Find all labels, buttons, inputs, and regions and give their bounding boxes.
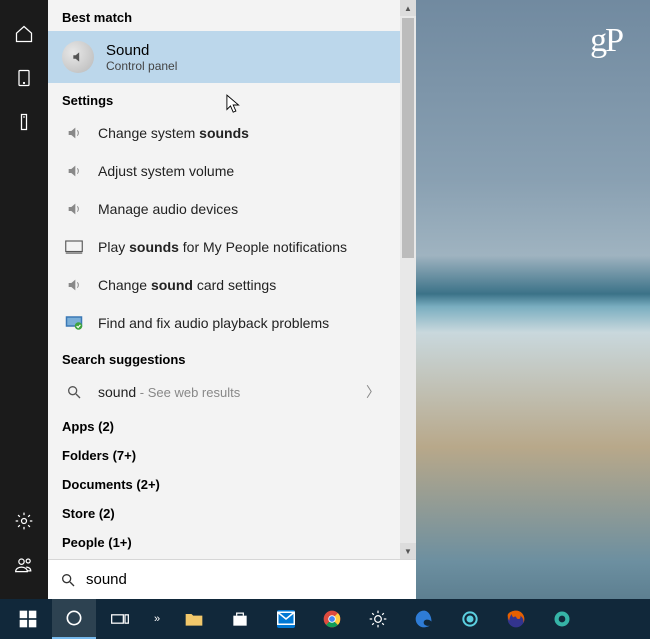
speaker-icon bbox=[64, 123, 84, 143]
search-icon bbox=[64, 382, 84, 402]
settings-icon[interactable] bbox=[0, 499, 48, 543]
task-view-button[interactable] bbox=[98, 599, 142, 639]
speaker-icon bbox=[64, 275, 84, 295]
search-results-pane: ▲ ▼ Best match Sound Control panel Setti… bbox=[48, 0, 416, 599]
taskbar: » bbox=[0, 599, 650, 639]
result-label: Adjust system volume bbox=[98, 163, 234, 179]
troubleshoot-icon bbox=[64, 313, 84, 333]
speaker-icon bbox=[64, 199, 84, 219]
category-header[interactable]: Documents (2+) bbox=[48, 469, 400, 498]
best-match-subtitle: Control panel bbox=[106, 59, 177, 73]
firefox-button[interactable] bbox=[494, 599, 538, 639]
chrome-button[interactable] bbox=[310, 599, 354, 639]
web-search-result[interactable]: sound - See web results 〉 bbox=[48, 373, 400, 411]
speaker-icon bbox=[64, 161, 84, 181]
scrollbar-up-icon[interactable]: ▲ bbox=[400, 0, 416, 16]
category-header[interactable]: Folders (7+) bbox=[48, 440, 400, 469]
category-header[interactable]: People (1+) bbox=[48, 527, 400, 556]
results-scroll-area: ▲ ▼ Best match Sound Control panel Setti… bbox=[48, 0, 416, 559]
settings-result[interactable]: Manage audio devices bbox=[48, 190, 400, 228]
monitor-icon bbox=[64, 237, 84, 257]
category-header[interactable]: Apps (2) bbox=[48, 411, 400, 440]
app-button[interactable] bbox=[540, 599, 584, 639]
taskbar-overflow[interactable]: » bbox=[144, 599, 170, 639]
search-icon bbox=[60, 572, 76, 588]
best-match-title: Sound bbox=[106, 42, 177, 59]
file-explorer-button[interactable] bbox=[172, 599, 216, 639]
scrollbar-thumb[interactable] bbox=[402, 18, 414, 258]
brightness-button[interactable] bbox=[356, 599, 400, 639]
start-left-rail bbox=[0, 0, 48, 599]
best-match-header: Best match bbox=[48, 0, 400, 31]
category-header[interactable]: Store (2) bbox=[48, 498, 400, 527]
tablet-icon[interactable] bbox=[0, 56, 48, 100]
chevron-right-icon: 〉 bbox=[366, 382, 384, 402]
settings-result[interactable]: Find and fix audio playback problems bbox=[48, 304, 400, 342]
settings-result[interactable]: Change system sounds bbox=[48, 114, 400, 152]
result-label: Change sound card settings bbox=[98, 277, 276, 293]
result-label: Find and fix audio playback problems bbox=[98, 315, 329, 331]
sound-icon bbox=[62, 41, 94, 73]
store-button[interactable] bbox=[218, 599, 262, 639]
start-search-panel: ▲ ▼ Best match Sound Control panel Setti… bbox=[0, 0, 416, 599]
suggestions-header: Search suggestions bbox=[48, 342, 400, 373]
scrollbar-down-icon[interactable]: ▼ bbox=[400, 543, 416, 559]
result-label: Manage audio devices bbox=[98, 201, 238, 217]
home-icon[interactable] bbox=[0, 12, 48, 56]
mail-button[interactable] bbox=[264, 599, 308, 639]
settings-result[interactable]: Play sounds for My People notifications bbox=[48, 228, 400, 266]
scrollbar[interactable]: ▲ ▼ bbox=[400, 0, 416, 559]
result-label: Play sounds for My People notifications bbox=[98, 239, 347, 255]
tower-icon[interactable] bbox=[0, 100, 48, 144]
watermark-logo: gP bbox=[590, 24, 622, 58]
search-input[interactable] bbox=[86, 571, 404, 588]
cortana-button[interactable] bbox=[52, 599, 96, 639]
result-label: Change system sounds bbox=[98, 125, 249, 141]
edge-button[interactable] bbox=[402, 599, 446, 639]
people-icon[interactable] bbox=[0, 543, 48, 587]
settings-result[interactable]: Adjust system volume bbox=[48, 152, 400, 190]
start-button[interactable] bbox=[6, 599, 50, 639]
web-result-label: sound - See web results bbox=[98, 384, 240, 400]
settings-result[interactable]: Change sound card settings bbox=[48, 266, 400, 304]
groove-button[interactable] bbox=[448, 599, 492, 639]
best-match-result[interactable]: Sound Control panel bbox=[48, 31, 400, 83]
settings-group-header: Settings bbox=[48, 83, 400, 114]
search-box[interactable] bbox=[48, 559, 416, 599]
